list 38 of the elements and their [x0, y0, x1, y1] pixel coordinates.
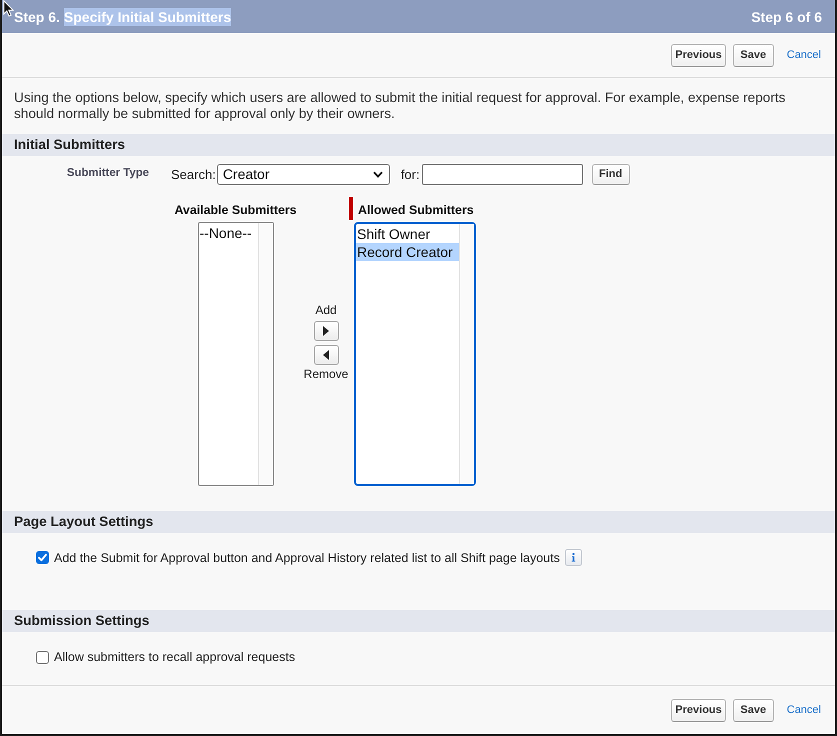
triangle-right-icon — [323, 326, 329, 336]
section-header: Initial Submitters — [2, 134, 835, 156]
save-button[interactable]: Save — [732, 44, 774, 66]
list-heading: Available Submitters — [174, 202, 297, 217]
list-option[interactable]: --None-- — [198, 224, 258, 242]
add-button[interactable] — [314, 321, 338, 341]
for-label: for: — [400, 166, 420, 182]
cancel-link[interactable]: Cancel — [786, 704, 821, 716]
previous-button[interactable]: Previous — [671, 44, 726, 66]
triangle-left-icon — [323, 350, 329, 360]
step-counter: Step 6 of 6 — [751, 8, 822, 24]
add-label: Add — [315, 303, 337, 317]
list-option[interactable]: Shift Owner — [356, 225, 459, 243]
list-option[interactable]: Record Creator — [356, 243, 459, 261]
page-title: Specify Initial Submitters — [64, 8, 232, 26]
field-label: Submitter Type — [66, 166, 149, 179]
allowed-list[interactable]: Shift Owner Record Creator — [354, 222, 476, 486]
step-number: Step 6. — [14, 8, 60, 26]
checkbox-label: Add the Submit for Approval button and Approval History related list to all Shift page layouts — [54, 550, 560, 564]
find-button[interactable]: Find — [592, 164, 630, 184]
previous-button[interactable]: Previous — [671, 698, 726, 722]
save-button[interactable]: Save — [732, 698, 774, 722]
remove-button[interactable] — [314, 345, 338, 365]
checkbox[interactable] — [36, 650, 49, 664]
search-label: Search: — [171, 166, 216, 182]
submitter-type-select[interactable]: Creator — [216, 164, 390, 184]
search-input-field[interactable] — [422, 164, 583, 184]
available-list[interactable]: --None-- — [198, 222, 274, 486]
remove-label: Remove — [304, 367, 348, 381]
list-heading: Allowed Submitters — [358, 202, 474, 217]
info-icon[interactable] — [564, 549, 582, 566]
cancel-link[interactable]: Cancel — [786, 49, 821, 61]
section-header: Submission Settings — [2, 610, 835, 632]
section-header: Page Layout Settings — [2, 511, 835, 533]
checkbox[interactable] — [36, 551, 49, 564]
checkbox-label: Allow submitters to recall approval requests — [54, 650, 296, 664]
description-text: Using the options below, specify which users are allowed to submit the initial request for approval. For example, expense reports should normally be submitted for approval only by their owners. — [13, 89, 786, 123]
chevron-down-icon — [372, 170, 383, 178]
